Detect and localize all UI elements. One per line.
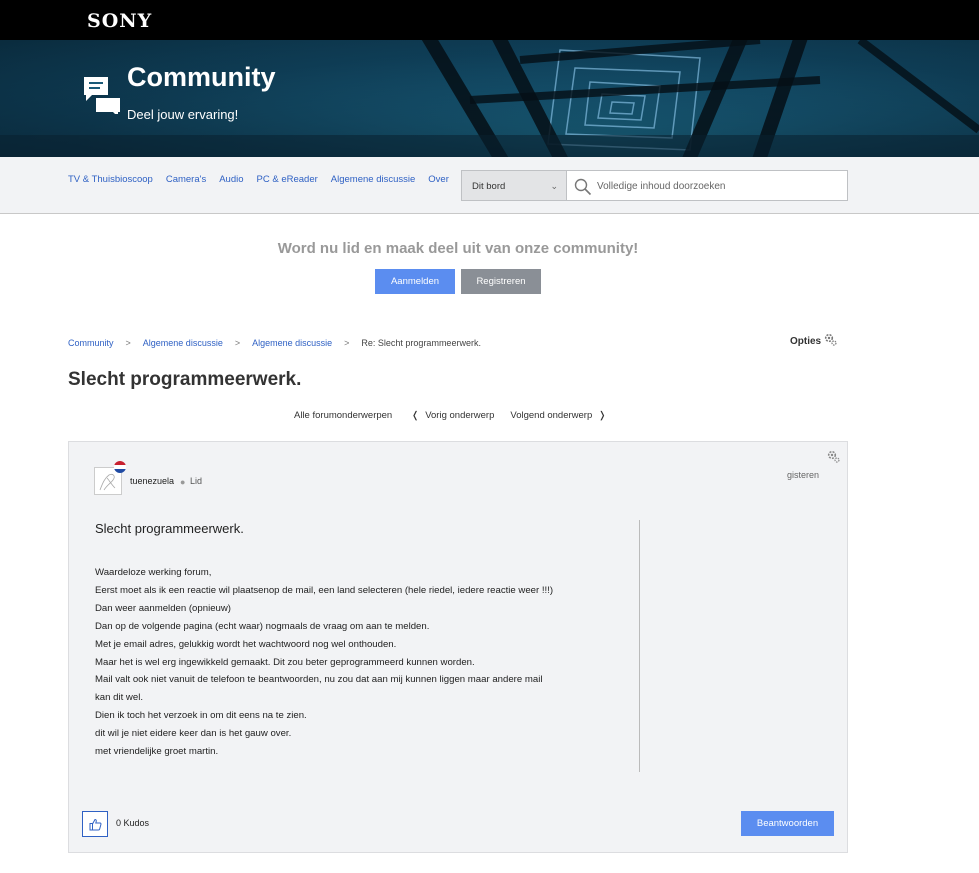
post-body-line: Eerst moet als ik een reactie wil plaats… (95, 584, 554, 596)
all-topics-link[interactable]: Alle forumonderwerpen (294, 410, 392, 421)
post-body-line: met vriendelijke groet martin. (95, 746, 219, 758)
post-body-line: Met je email adres, gelukkig wordt het w… (95, 638, 397, 650)
search-icon[interactable] (574, 178, 592, 196)
search-box (566, 170, 848, 201)
options-label: Opties (790, 336, 822, 347)
page-title: Slecht programmeerwerk. (68, 369, 302, 390)
post-body-line: dit wil je niet eidere keer dan is het g… (95, 728, 292, 740)
category-nav-bar: TV & Thuisbioscoop Camera's Audio PC & e… (0, 157, 979, 214)
author-rank-separator: ● (180, 477, 186, 487)
breadcrumb-separator: > (125, 338, 131, 348)
category-links: TV & Thuisbioscoop Camera's Audio PC & e… (68, 174, 462, 185)
post-body-line: Dan weer aanmelden (opnieuw) (95, 602, 231, 614)
speech-bubbles-icon (84, 77, 120, 114)
post-body: Waardeloze werking forum, Eerst moet als… (95, 564, 625, 761)
nav-item-cameras[interactable]: Camera's (166, 174, 206, 185)
chevron-down-icon: ⌄ (550, 181, 558, 191)
post-author[interactable]: tuenezuela (130, 476, 174, 486)
kudo-button[interactable] (82, 811, 108, 837)
breadcrumb-separator: > (234, 338, 241, 348)
chevron-right-icon: ❭ (598, 410, 607, 421)
gear-icon[interactable] (827, 450, 840, 463)
top-bar: SONY (0, 0, 979, 40)
post-body-line: kan dit wel. (95, 692, 143, 704)
nav-item-audio[interactable]: Audio (219, 174, 243, 185)
kudos-count: 0 Kudos (116, 818, 150, 828)
hero-background-art (0, 40, 979, 157)
community-subtitle: Deel jouw ervaring! (127, 107, 239, 122)
join-prompt: Word nu lid en maak deel uit van onze co… (277, 240, 639, 257)
post-date: gisteren (787, 470, 820, 480)
breadcrumb-general-discussion-2[interactable]: Algemene discussie (252, 338, 332, 348)
sony-logo[interactable]: SONY (87, 10, 152, 32)
post-body-line: Maar het is wel erg ingewikkeld gemaakt.… (95, 656, 475, 668)
login-button[interactable]: Aanmelden (375, 269, 455, 294)
nav-item-pc-ereader[interactable]: PC & eReader (257, 174, 318, 185)
post-body-line: Dan op de volgende pagina (echt waar) no… (95, 620, 430, 632)
gear-icon (825, 333, 837, 346)
post-body-line: Waardeloze werking forum, (95, 567, 212, 578)
search-scope-select[interactable]: Dit bord ⌄ (461, 170, 567, 201)
search-scope-value: Dit bord (472, 181, 506, 192)
options-menu[interactable]: Opties (790, 333, 837, 347)
nav-item-general-discussion[interactable]: Algemene discussie (331, 174, 416, 185)
breadcrumb-current: Re: Slecht programmeerwerk. (361, 338, 481, 348)
netherlands-flag-icon (114, 461, 126, 473)
topic-navigation: Alle forumonderwerpen ❬ Vorig onderwerp … (294, 410, 606, 421)
reply-button[interactable]: Beantwoorden (741, 811, 834, 836)
post-body-line: Dien ik toch het verzoek in om dit eens … (95, 710, 307, 722)
nav-item-about[interactable]: Over (428, 174, 449, 185)
breadcrumb: Community > Algemene discussie > Algemen… (68, 338, 481, 348)
search-input[interactable] (597, 178, 837, 194)
breadcrumb-separator: > (344, 338, 350, 348)
post-divider (639, 520, 640, 772)
thumbs-up-icon (89, 818, 102, 831)
breadcrumb-community[interactable]: Community (68, 338, 114, 348)
register-button[interactable]: Registreren (461, 269, 541, 294)
previous-topic-link[interactable]: Vorig onderwerp (425, 410, 494, 421)
community-title[interactable]: Community (127, 62, 276, 93)
nav-item-tv[interactable]: TV & Thuisbioscoop (68, 174, 153, 185)
post-body-line: Mail valt ook niet vanuit de telefoon te… (95, 674, 543, 686)
author-rank: Lid (190, 476, 203, 486)
post-subject: Slecht programmeerwerk. (95, 521, 244, 536)
hero-banner: Community Deel jouw ervaring! (0, 40, 979, 157)
next-topic-link[interactable]: Volgend onderwerp (510, 410, 592, 421)
forum-post: tuenezuela ● Lid gisteren Slecht program… (68, 441, 848, 853)
breadcrumb-general-discussion-1[interactable]: Algemene discussie (143, 338, 223, 348)
chevron-left-icon: ❬ (411, 410, 420, 421)
